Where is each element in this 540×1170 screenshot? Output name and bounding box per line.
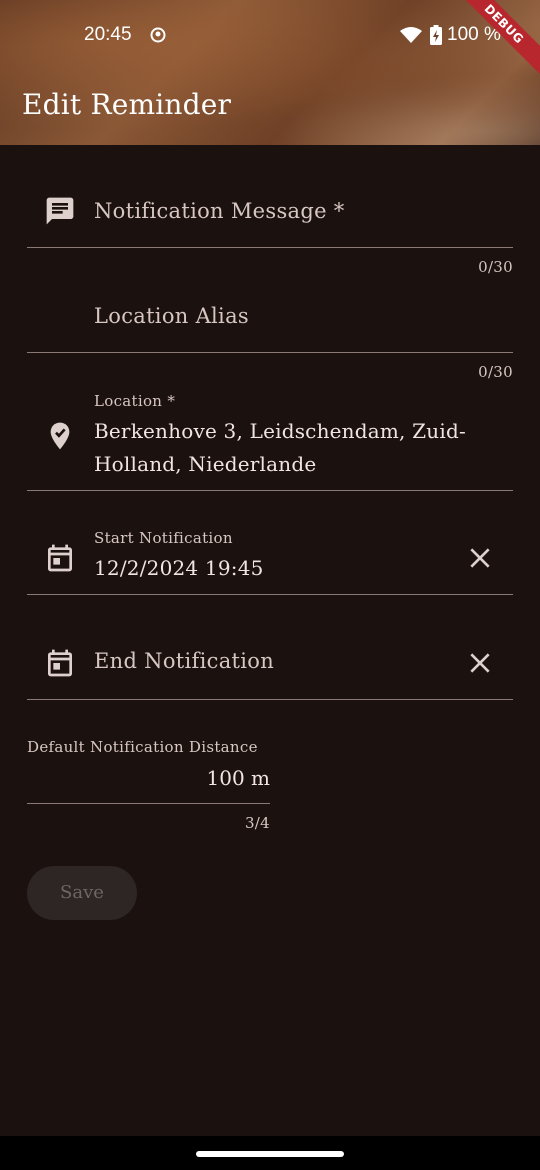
page-title: Edit Reminder [22, 88, 232, 121]
calendar-icon [44, 542, 76, 574]
default-distance-label: Default Notification Distance [27, 738, 258, 756]
clear-start-notification-button[interactable] [467, 545, 493, 571]
default-distance-underline [27, 803, 270, 804]
system-nav-bar [0, 1136, 540, 1170]
start-notification-label: Start Notification [94, 529, 233, 547]
location-alias-underline [27, 352, 513, 353]
start-notification-underline [27, 594, 513, 595]
location-label: Location * [94, 392, 176, 410]
status-notification-icon [150, 27, 166, 43]
status-bar: 20:45 100 % [0, 0, 540, 70]
start-notification-field[interactable]: Start Notification 12/2/2024 19:45 [27, 525, 513, 597]
close-icon [470, 653, 490, 673]
default-distance-field[interactable]: Default Notification Distance 100 m 3/4 [27, 730, 270, 840]
app-header: 20:45 100 % DEBUG Edit Reminder [0, 0, 540, 145]
location-alias-placeholder: Location Alias [94, 304, 249, 328]
location-pin-icon [44, 420, 76, 452]
wifi-icon [400, 26, 422, 44]
home-indicator[interactable] [196, 1151, 344, 1157]
location-underline [27, 490, 513, 491]
message-icon [44, 195, 76, 227]
location-alias-field[interactable]: Location Alias 0/30 [27, 285, 513, 385]
default-distance-counter: 3/4 [244, 814, 270, 832]
notification-message-field[interactable]: Notification Message * 0/30 [27, 180, 513, 280]
location-value: Berkenhove 3, Leidschendam, Zuid-Holland… [94, 419, 466, 476]
location-field[interactable]: Location * Berkenhove 3, Leidschendam, Z… [27, 388, 513, 492]
end-notification-field[interactable]: End Notification [27, 630, 513, 702]
calendar-icon [44, 647, 76, 679]
clear-end-notification-button[interactable] [467, 650, 493, 676]
save-button[interactable]: Save [27, 866, 137, 920]
status-time: 20:45 [84, 24, 132, 45]
notification-message-underline [27, 247, 513, 248]
notification-message-counter: 0/30 [478, 258, 513, 276]
battery-icon [430, 25, 442, 45]
location-alias-counter: 0/30 [478, 363, 513, 381]
end-notification-placeholder: End Notification [94, 649, 275, 673]
close-icon [470, 548, 490, 568]
default-distance-value: 100 m [206, 766, 271, 790]
notification-message-placeholder: Notification Message * [94, 199, 345, 223]
end-notification-underline [27, 699, 513, 700]
start-notification-value: 12/2/2024 19:45 [94, 556, 264, 580]
